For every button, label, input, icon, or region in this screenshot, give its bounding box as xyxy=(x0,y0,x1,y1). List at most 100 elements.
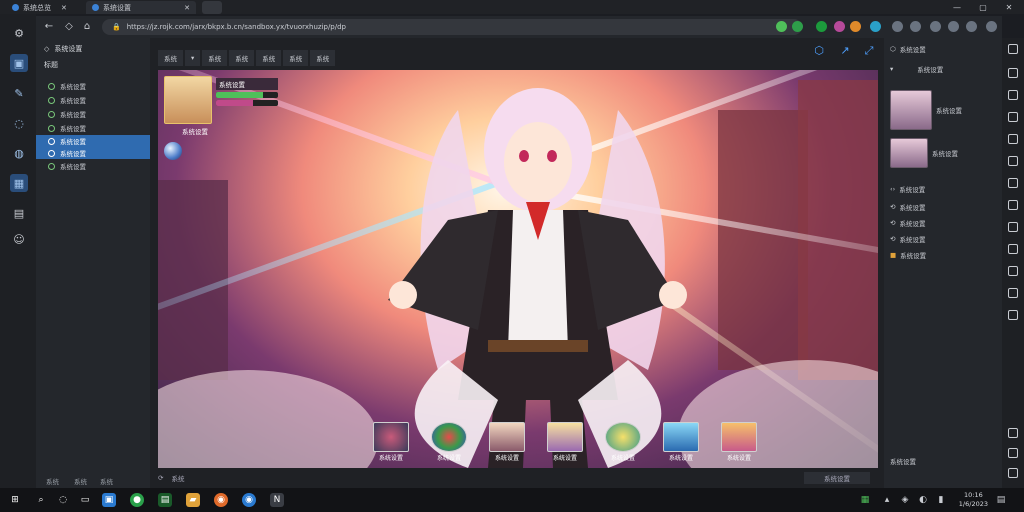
expand-icon[interactable]: ⤢ xyxy=(862,44,876,58)
game-viewport[interactable]: 系统设置 系统设置 系统设置 系统设置 系统设置 系统设置 系统设置 系统设置 … xyxy=(158,70,878,468)
task-view-icon[interactable]: ▭ xyxy=(78,493,92,507)
chat-icon[interactable]: ◌ xyxy=(10,114,28,132)
start-icon[interactable]: ⊞ xyxy=(8,493,22,507)
app-icon[interactable]: ● xyxy=(130,493,144,507)
close-window-button[interactable]: ✕ xyxy=(996,0,1022,14)
back-icon[interactable]: ← xyxy=(42,20,56,34)
extension-icon[interactable] xyxy=(892,21,903,32)
sidebar-item-selected[interactable]: 系统设置 xyxy=(36,135,150,147)
extension-icon[interactable] xyxy=(850,21,861,32)
refresh-icon[interactable]: ⟳ xyxy=(158,474,163,482)
panel-icon[interactable] xyxy=(1008,428,1018,438)
battery-icon[interactable]: ▮ xyxy=(934,493,948,507)
extension-icon[interactable] xyxy=(816,21,827,32)
close-icon[interactable]: ✕ xyxy=(61,4,67,12)
mana-orb-icon[interactable] xyxy=(164,142,182,160)
sidebar-footer-link[interactable]: 系统 xyxy=(46,476,59,486)
extension-icon[interactable] xyxy=(930,21,941,32)
panel-icon[interactable] xyxy=(1008,156,1018,166)
folder-icon[interactable]: ▰ xyxy=(186,493,200,507)
system-clock[interactable]: 10:16 1/6/2023 xyxy=(959,491,988,509)
panel-icon[interactable] xyxy=(1008,178,1018,188)
extension-icon[interactable] xyxy=(870,21,881,32)
image-icon[interactable]: ▦ xyxy=(10,174,28,192)
browser-icon[interactable]: ◉ xyxy=(214,493,228,507)
share-icon[interactable]: ⬡ xyxy=(812,44,826,58)
tray-icon[interactable]: ▦ xyxy=(858,493,872,507)
minimize-button[interactable]: — xyxy=(944,0,970,14)
toolbar-tab[interactable]: 系统 xyxy=(283,50,309,66)
doc-icon[interactable]: ▤ xyxy=(10,204,28,222)
panel-icon[interactable] xyxy=(1008,68,1018,78)
player-portrait[interactable] xyxy=(164,76,212,124)
toolbar-dropdown[interactable]: ▾ xyxy=(185,50,201,66)
toolbar-tab[interactable]: 系统 xyxy=(158,50,183,66)
edit-icon[interactable]: ✎ xyxy=(10,84,28,102)
chat-icon[interactable]: ◌ xyxy=(56,493,70,507)
panel-icon[interactable] xyxy=(1008,90,1018,100)
extension-icon[interactable] xyxy=(776,21,787,32)
character-card[interactable]: 系统设置 xyxy=(890,90,962,130)
notification-icon[interactable]: ▤ xyxy=(994,493,1008,507)
user-icon[interactable]: ☺ xyxy=(10,230,28,248)
sidebar-footer-link[interactable]: 系统 xyxy=(100,476,113,486)
extension-icon[interactable] xyxy=(834,21,845,32)
sidebar-header[interactable]: ◇ 系统设置 xyxy=(44,44,82,54)
toolbar-tab[interactable]: 系统 xyxy=(256,50,282,66)
extension-icon[interactable] xyxy=(966,21,977,32)
panel-icon[interactable] xyxy=(1008,266,1018,276)
tab-settings[interactable]: 系统设置 ✕ xyxy=(86,1,196,14)
close-icon[interactable]: ✕ xyxy=(184,4,190,12)
gear-icon[interactable]: ⚙ xyxy=(10,24,28,42)
tab-system-overview[interactable]: 系统总览 ✕ xyxy=(6,1,73,14)
search-icon[interactable]: ⌕ xyxy=(34,493,48,507)
extension-icon[interactable] xyxy=(910,21,921,32)
globe-icon[interactable]: ◍ xyxy=(10,144,28,162)
panel-icon[interactable] xyxy=(1008,222,1018,232)
sidebar-item-selected[interactable]: 系统设置 xyxy=(36,147,150,159)
extension-icon[interactable] xyxy=(948,21,959,32)
sidebar-item[interactable]: 系统设置 xyxy=(36,94,150,106)
right-panel-subheader[interactable]: ▾ 系统设置 xyxy=(890,64,943,74)
right-panel-row[interactable]: ⟲ 系统设置 xyxy=(890,234,925,244)
url-input[interactable]: 🔒 https://jz.rojk.com/jarx/bkpx.b.cn/san… xyxy=(102,19,802,35)
status-field[interactable]: 系统设置 xyxy=(804,472,870,484)
skill-slot[interactable]: 系统设置 xyxy=(656,422,706,462)
toolbar-tab[interactable]: 系统 xyxy=(229,50,255,66)
skill-slot[interactable]: 系统设置 xyxy=(424,422,474,462)
panel-icon[interactable] xyxy=(1008,448,1018,458)
skill-slot[interactable]: 系统设置 xyxy=(366,422,416,462)
panel-icon[interactable] xyxy=(1008,244,1018,254)
app-icon[interactable]: N xyxy=(270,493,284,507)
sidebar-footer-link[interactable]: 系统 xyxy=(74,476,87,486)
menu-icon[interactable] xyxy=(986,21,997,32)
volume-icon[interactable]: ◐ xyxy=(916,493,930,507)
new-tab-button[interactable] xyxy=(202,1,222,14)
home-icon[interactable]: ⌂ xyxy=(80,20,94,34)
maximize-button[interactable]: ▢ xyxy=(970,0,996,14)
toolbar-tab[interactable]: 系统 xyxy=(202,50,228,66)
right-panel-row[interactable]: ‹› 系统设置 xyxy=(890,184,925,194)
panel-icon[interactable] xyxy=(1008,112,1018,122)
skill-slot[interactable]: 系统设置 xyxy=(540,422,590,462)
panel-icon[interactable] xyxy=(1008,200,1018,210)
tray-icon[interactable]: ▴ xyxy=(880,493,894,507)
right-panel-row[interactable]: ■ 系统设置 xyxy=(890,250,926,260)
panel-icon[interactable] xyxy=(1008,310,1018,320)
extension-icon[interactable] xyxy=(792,21,803,32)
sidebar-item[interactable]: 系统设置 xyxy=(36,80,150,92)
panel-icon[interactable] xyxy=(1008,468,1018,478)
network-icon[interactable]: ◈ xyxy=(898,493,912,507)
panel-icon[interactable] xyxy=(1008,44,1018,54)
right-panel-footer[interactable]: 系统设置 xyxy=(890,456,916,466)
export-icon[interactable]: ↗ xyxy=(838,44,852,58)
sidebar-item[interactable]: 系统设置 xyxy=(36,160,150,172)
app-icon[interactable]: ▣ xyxy=(102,493,116,507)
toolbar-tab[interactable]: 系统 xyxy=(310,50,336,66)
character-card[interactable]: 系统设置 xyxy=(890,138,958,168)
skill-slot[interactable]: 系统设置 xyxy=(482,422,532,462)
sidebar-item[interactable]: 系统设置 xyxy=(36,122,150,134)
skill-slot[interactable]: 系统设置 xyxy=(598,422,648,462)
browser-icon[interactable]: ◉ xyxy=(242,493,256,507)
skill-slot[interactable]: 系统设置 xyxy=(714,422,764,462)
